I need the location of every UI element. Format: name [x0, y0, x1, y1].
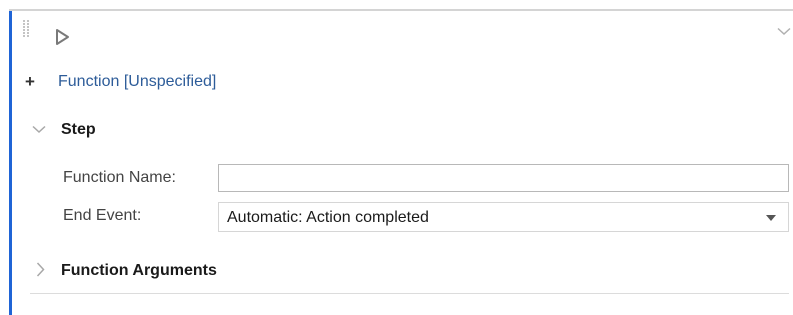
end-event-selected-value: Automatic: Action completed: [227, 209, 429, 226]
caret-down-icon[interactable]: [766, 215, 776, 221]
function-name-label: Function Name:: [63, 169, 176, 186]
function-title-link[interactable]: Function [Unspecified]: [58, 72, 216, 92]
drag-handle-icon[interactable]: [23, 20, 29, 37]
section-divider: [30, 293, 789, 294]
end-event-select[interactable]: Automatic: Action completed: [218, 202, 789, 232]
chevron-down-icon[interactable]: [32, 125, 46, 134]
add-icon[interactable]: +: [25, 73, 35, 90]
play-icon[interactable]: [55, 28, 70, 46]
end-event-label: End Event:: [63, 207, 142, 224]
function-arguments-section-header[interactable]: Function Arguments: [61, 261, 217, 281]
chevron-down-icon[interactable]: [777, 27, 791, 36]
function-name-input[interactable]: [218, 164, 789, 192]
chevron-right-icon[interactable]: [36, 262, 45, 277]
selection-accent-bar: [9, 11, 12, 315]
step-section-header[interactable]: Step: [61, 120, 96, 140]
panel-top-border: [9, 9, 793, 11]
